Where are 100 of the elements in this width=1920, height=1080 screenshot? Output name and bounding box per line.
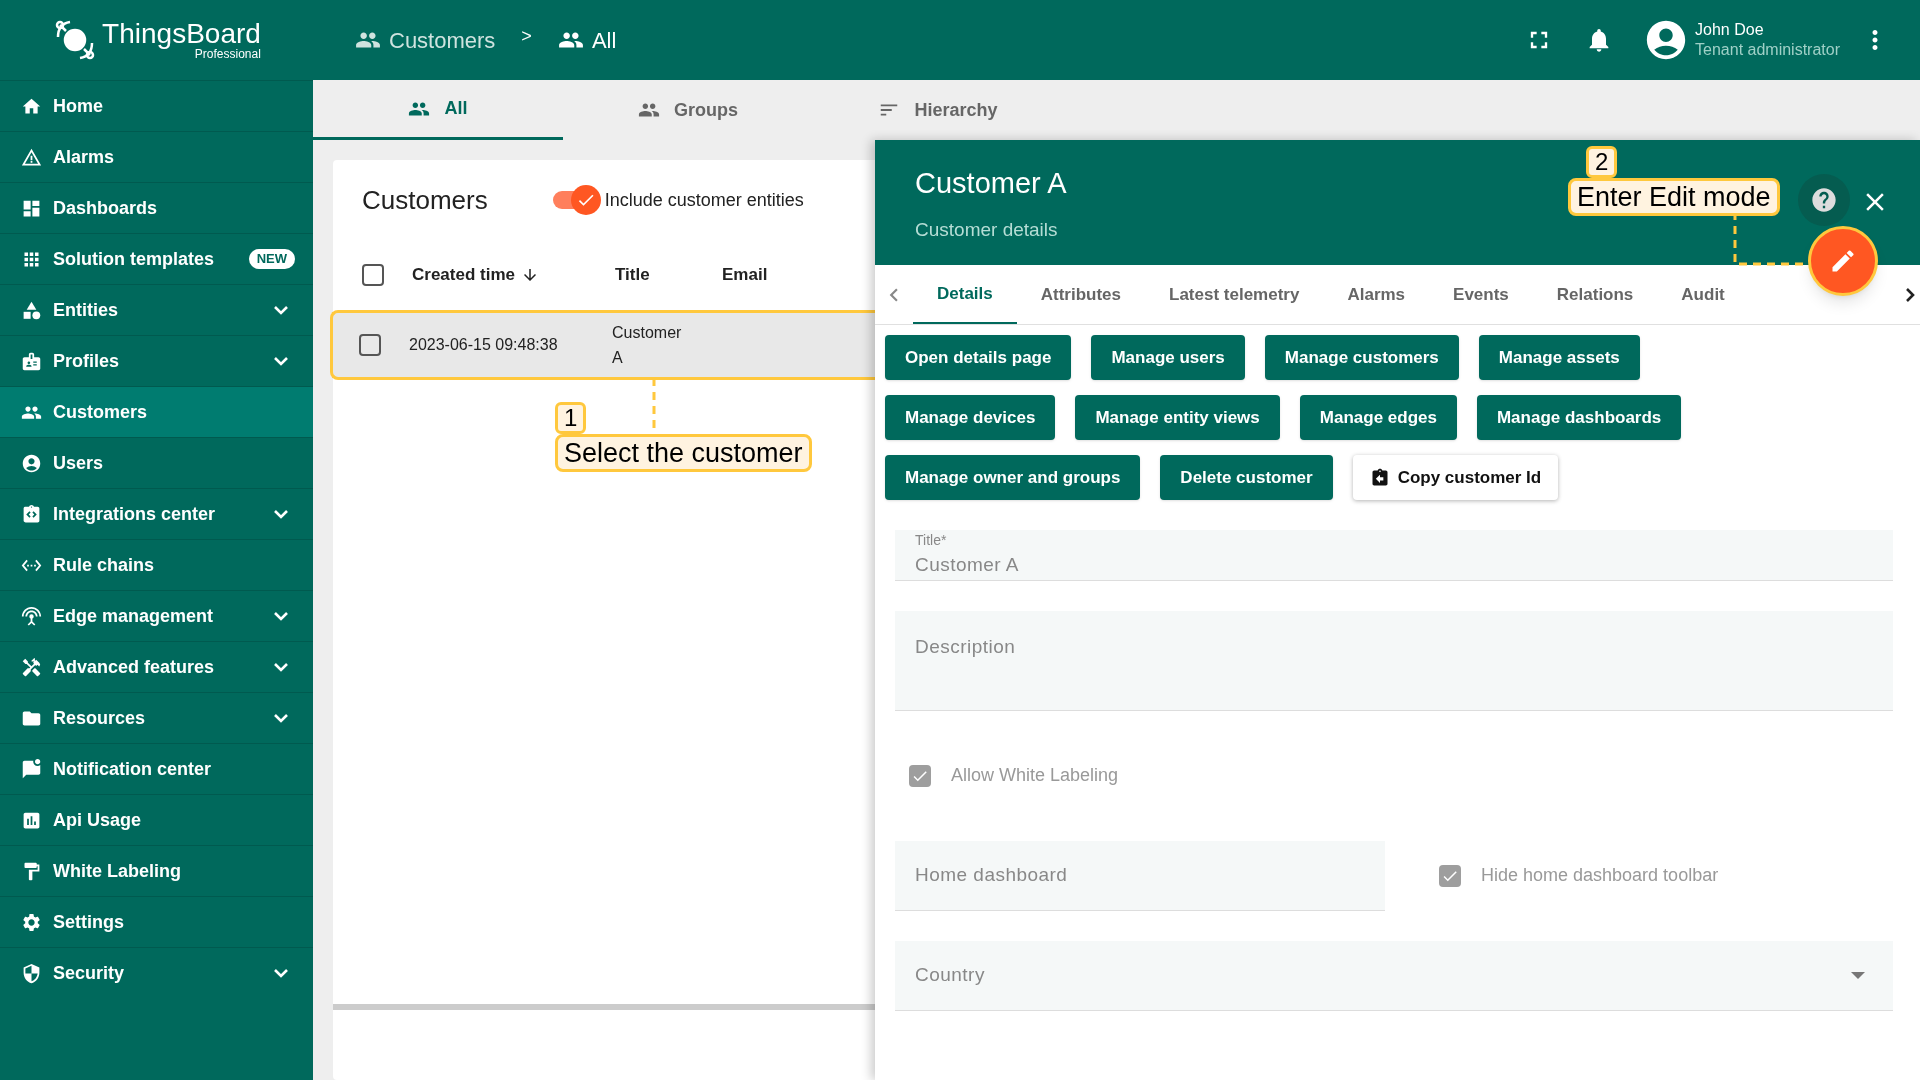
- text-field[interactable]: Home dashboard: [895, 840, 1385, 911]
- sidebar-item[interactable]: Api Usage: [0, 794, 313, 845]
- sidebar-label: Notification center: [53, 757, 213, 781]
- action-button[interactable]: Manage devices: [885, 395, 1056, 440]
- sidebar-item[interactable]: Notification center: [0, 743, 313, 794]
- row-checkbox[interactable]: [359, 334, 381, 356]
- action-button[interactable]: Manage owner and groups: [885, 455, 1141, 500]
- field-placeholder: Country: [915, 962, 985, 987]
- sidebar-item[interactable]: Advanced features: [0, 641, 313, 692]
- user-icon: [21, 452, 42, 474]
- column-header[interactable]: Title: [615, 262, 722, 288]
- dropdown-icon: [1851, 971, 1865, 979]
- user-name: John Doe: [1695, 20, 1765, 40]
- group-tab[interactable]: Groups: [563, 80, 813, 140]
- sidebar-label: Users: [53, 451, 105, 475]
- text-field[interactable]: Title* Customer A: [895, 530, 1893, 581]
- breadcrumb-current: All: [591, 26, 617, 55]
- sidebar-item[interactable]: Entities: [0, 284, 313, 335]
- sidebar-item[interactable]: Edge management: [0, 590, 313, 641]
- detail-tab[interactable]: Events: [1429, 265, 1533, 324]
- group-tab[interactable]: Hierarchy: [813, 80, 1063, 140]
- detail-tab[interactable]: Audit: [1657, 265, 1749, 324]
- chevron-down-icon: [273, 305, 289, 315]
- sidebar-item[interactable]: Users: [0, 437, 313, 488]
- chevron-down-icon: [273, 968, 289, 978]
- select-all-checkbox[interactable]: [362, 264, 384, 286]
- copy-id-button[interactable]: Copy customer Id: [1352, 455, 1559, 500]
- table-row[interactable]: 2023-06-15 09:48:38 Customer A: [330, 310, 875, 380]
- chevron-down-icon: [273, 713, 289, 723]
- sidebar-item[interactable]: Solution templates NEW: [0, 233, 313, 284]
- new-badge: NEW: [248, 249, 295, 269]
- sidebar-item[interactable]: White Labeling: [0, 845, 313, 896]
- tools-icon: [21, 656, 42, 678]
- column-header[interactable]: Email: [722, 262, 768, 288]
- detail-tab[interactable]: Latest telemetry: [1145, 265, 1324, 324]
- sidebar-item[interactable]: Dashboards: [0, 182, 313, 233]
- panel-title: Customer A: [915, 166, 1067, 201]
- sidebar-item[interactable]: Home: [0, 80, 313, 131]
- country-select[interactable]: Country: [895, 940, 1893, 1011]
- action-button[interactable]: Manage customers: [1264, 335, 1459, 380]
- sort-arrow-icon: [521, 266, 539, 284]
- toggle-label: Include customer entities: [604, 188, 804, 212]
- detail-tab[interactable]: Relations: [1532, 265, 1658, 324]
- help-button[interactable]: [1798, 174, 1850, 226]
- sidebar-item[interactable]: Resources: [0, 692, 313, 743]
- sidebar-label: Dashboards: [53, 196, 159, 220]
- chevron-right-icon[interactable]: [1905, 286, 1915, 303]
- sidebar-label: Customers: [53, 400, 149, 424]
- sidebar-label: Alarms: [53, 145, 116, 169]
- callout-text: Select the customer: [555, 434, 812, 472]
- sidebar-item[interactable]: Alarms: [0, 131, 313, 182]
- sidebar-item[interactable]: Security: [0, 947, 313, 998]
- sidebar-label: Integrations center: [53, 502, 217, 526]
- chevron-down-icon: [273, 509, 289, 519]
- field-placeholder: Description: [915, 635, 1016, 657]
- sidebar-item[interactable]: Customers: [0, 386, 313, 437]
- sidebar-label: Advanced features: [53, 655, 216, 679]
- sidebar-label: Solution templates: [53, 247, 215, 271]
- card-title: Customers: [362, 183, 488, 217]
- chat-icon: [21, 758, 42, 780]
- table-cell-text: 2023-06-15 09:48:38: [409, 335, 559, 355]
- group-tab[interactable]: All: [313, 80, 563, 140]
- field-placeholder: Home dashboard: [915, 862, 1068, 887]
- breadcrumb-link[interactable]: Customers: [389, 23, 496, 57]
- logo-name: ThingsBoard: [102, 20, 261, 48]
- sidebar-label: Settings: [53, 910, 125, 934]
- detail-tab[interactable]: Alarms: [1323, 265, 1430, 324]
- column-header[interactable]: Created time: [412, 262, 615, 288]
- chevron-down-icon: [273, 611, 289, 621]
- description-field[interactable]: Description: [895, 610, 1893, 711]
- action-button[interactable]: Manage assets: [1478, 335, 1640, 380]
- scrollbar[interactable]: [333, 1004, 875, 1010]
- action-button[interactable]: Manage dashboards: [1476, 395, 1682, 440]
- badge-icon: [21, 350, 42, 372]
- action-button[interactable]: Manage edges: [1299, 395, 1457, 440]
- sidebar-label: Entities: [53, 298, 119, 322]
- antenna-icon: [21, 605, 42, 627]
- breadcrumb-separator: >: [521, 24, 532, 48]
- warning-icon: [21, 146, 42, 168]
- sidebar-item[interactable]: Rule chains: [0, 539, 313, 590]
- detail-tab[interactable]: Attributes: [1016, 265, 1146, 324]
- table-cell-text: Customer A: [612, 323, 683, 368]
- sidebar-label: Security: [53, 961, 126, 985]
- logo-edition: Professional: [194, 48, 261, 60]
- action-button[interactable]: Open details page: [885, 335, 1072, 380]
- sidebar-item[interactable]: Integrations center: [0, 488, 313, 539]
- step-number: 1: [555, 402, 587, 434]
- action-button[interactable]: Delete customer: [1160, 455, 1333, 500]
- field-value: Customer A: [915, 553, 1019, 577]
- code-clipboard-icon: [21, 503, 42, 525]
- panel-subtitle: Customer details: [915, 217, 1058, 242]
- sidebar-label: Rule chains: [53, 553, 156, 577]
- action-button[interactable]: Manage users: [1091, 335, 1245, 380]
- sidebar-item[interactable]: Settings: [0, 896, 313, 947]
- sidebar-label: Home: [53, 94, 104, 118]
- callout-text: Enter Edit mode: [1568, 178, 1780, 216]
- action-button[interactable]: Manage entity views: [1075, 395, 1280, 440]
- detail-tab[interactable]: Details: [913, 265, 1017, 324]
- settings-icon: [21, 911, 42, 933]
- include-toggle[interactable]: [552, 185, 601, 215]
